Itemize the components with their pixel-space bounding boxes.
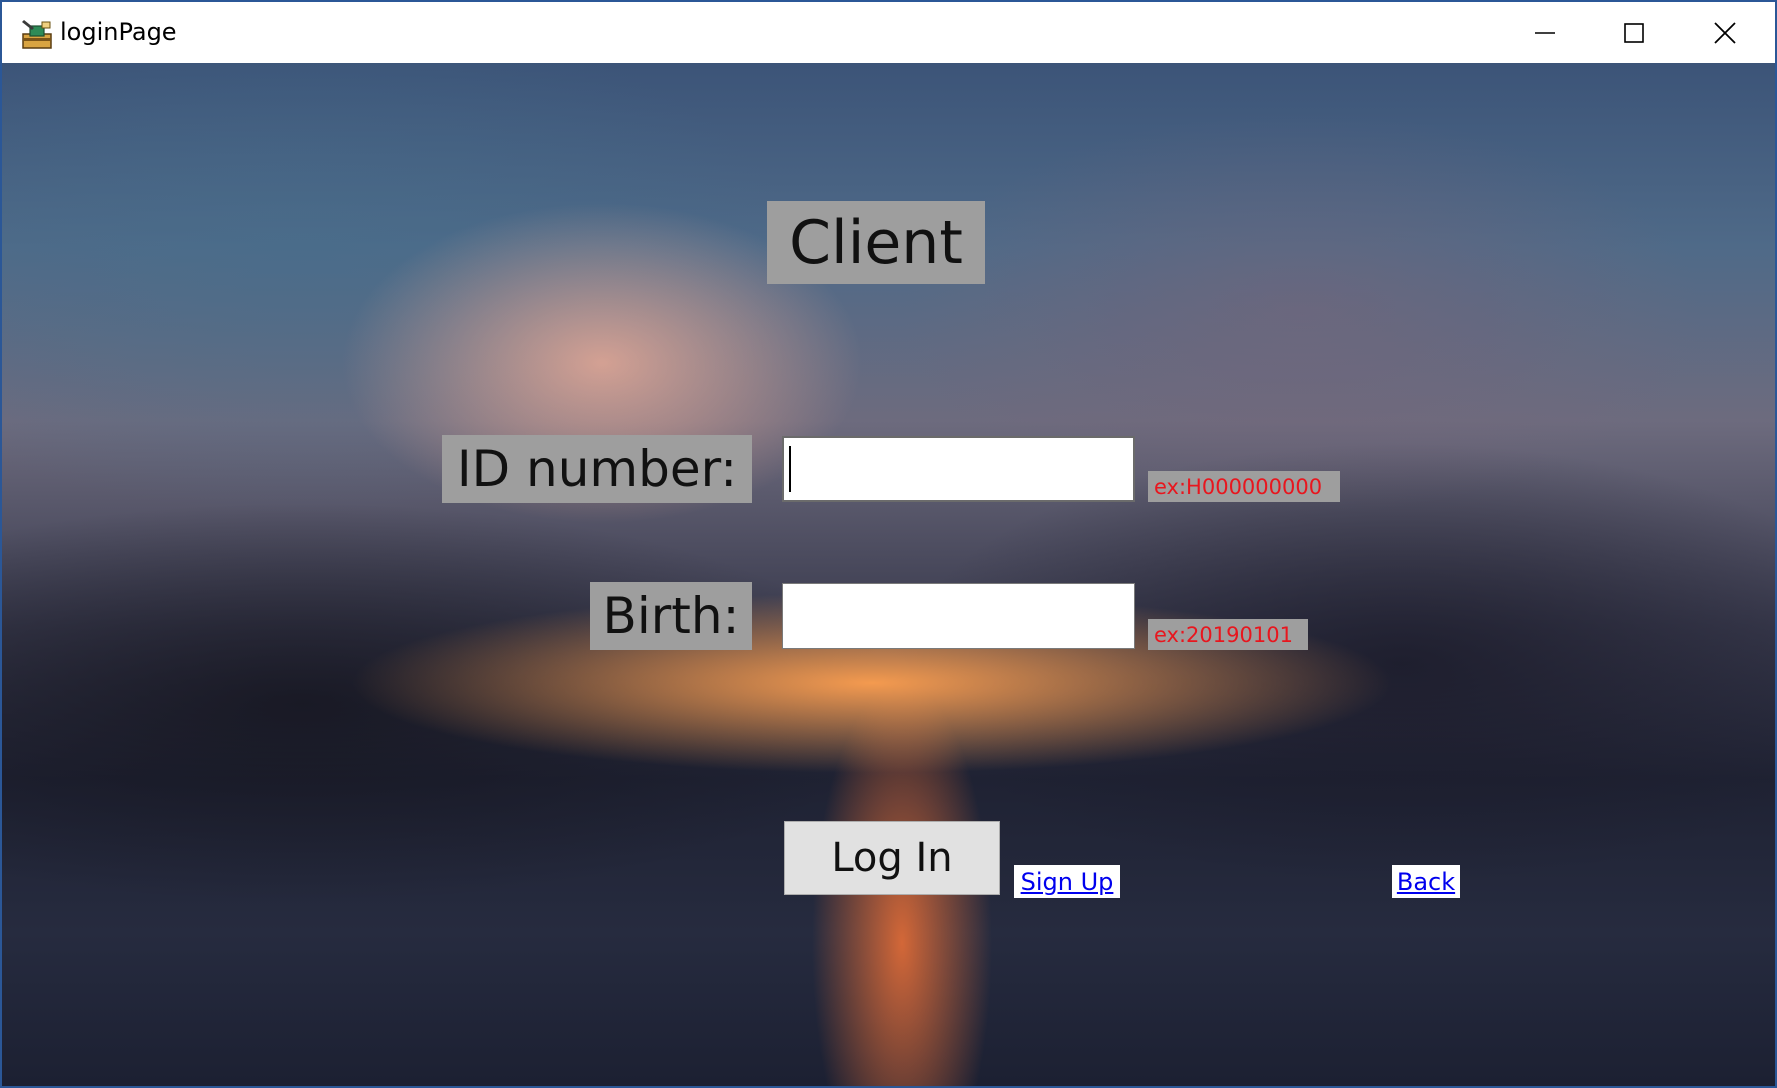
birth-label: Birth: (590, 582, 752, 650)
maximize-icon (1624, 22, 1644, 43)
close-icon (1714, 21, 1736, 44)
birth-input[interactable] (782, 583, 1135, 649)
page-title: Client (767, 201, 985, 284)
id-number-input[interactable] (782, 436, 1135, 502)
sign-up-link[interactable]: Sign Up (1014, 865, 1120, 898)
close-button[interactable] (1679, 2, 1771, 63)
window-title: loginPage (60, 18, 177, 46)
blurred-background: Client ID number: ex:H000000000 Birth: e… (2, 63, 1775, 1086)
login-button[interactable]: Log In (784, 821, 1000, 895)
title-bar[interactable]: loginPage (2, 2, 1775, 63)
login-window: loginPage Client ID number: ex:H00000000… (0, 0, 1777, 1088)
back-link[interactable]: Back (1392, 865, 1460, 898)
text-caret (789, 446, 791, 492)
maximize-button[interactable] (1588, 2, 1680, 63)
minimize-icon (1535, 31, 1555, 34)
id-number-label: ID number: (442, 435, 752, 503)
minimize-button[interactable] (1499, 2, 1591, 63)
app-icon (22, 20, 52, 49)
birth-hint: ex:20190101 (1148, 619, 1308, 650)
id-number-hint: ex:H000000000 (1148, 471, 1340, 502)
